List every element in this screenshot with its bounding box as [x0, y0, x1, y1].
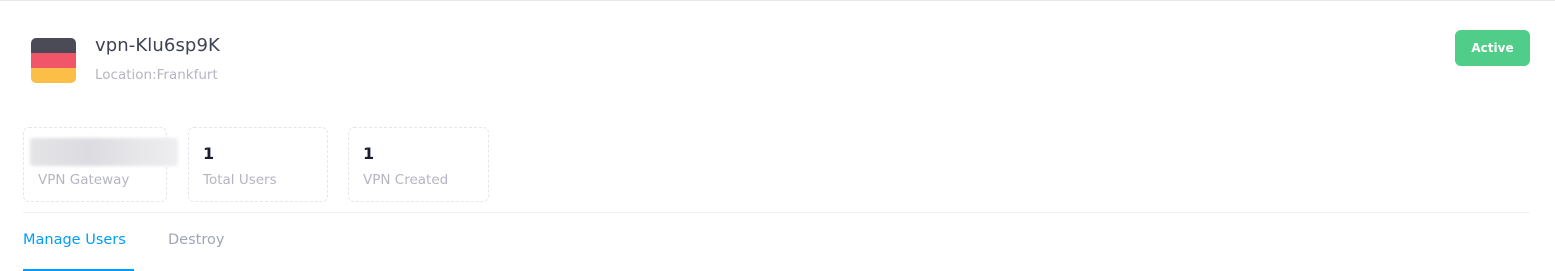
vpn-name-title: vpn-Klu6sp9K	[95, 35, 220, 56]
stat-vpn-gateway: VPN Gateway	[23, 127, 178, 202]
redacted-gateway-value	[30, 138, 178, 166]
flag-band-top	[31, 38, 76, 53]
vpn-summary-card: vpn-Klu6sp9K Location:Frankfurt Active V…	[0, 0, 1555, 271]
tab-destroy[interactable]: Destroy	[168, 232, 224, 248]
flag-band-middle	[31, 53, 76, 68]
flag-band-bottom	[31, 68, 76, 83]
stat-value: 1	[203, 144, 215, 163]
stat-label: Total Users	[203, 172, 277, 188]
stat-label: VPN Gateway	[38, 172, 130, 188]
status-badge[interactable]: Active	[1455, 30, 1530, 66]
divider	[23, 212, 1530, 213]
stat-label: VPN Created	[363, 172, 449, 188]
stat-vpn-created: 1 VPN Created	[348, 127, 489, 202]
stat-total-users: 1 Total Users	[188, 127, 328, 202]
germany-flag-icon	[31, 38, 76, 83]
tab-manage-users[interactable]: Manage Users	[23, 232, 126, 248]
vpn-location: Location:Frankfurt	[95, 67, 218, 83]
stat-value: 1	[363, 144, 375, 163]
